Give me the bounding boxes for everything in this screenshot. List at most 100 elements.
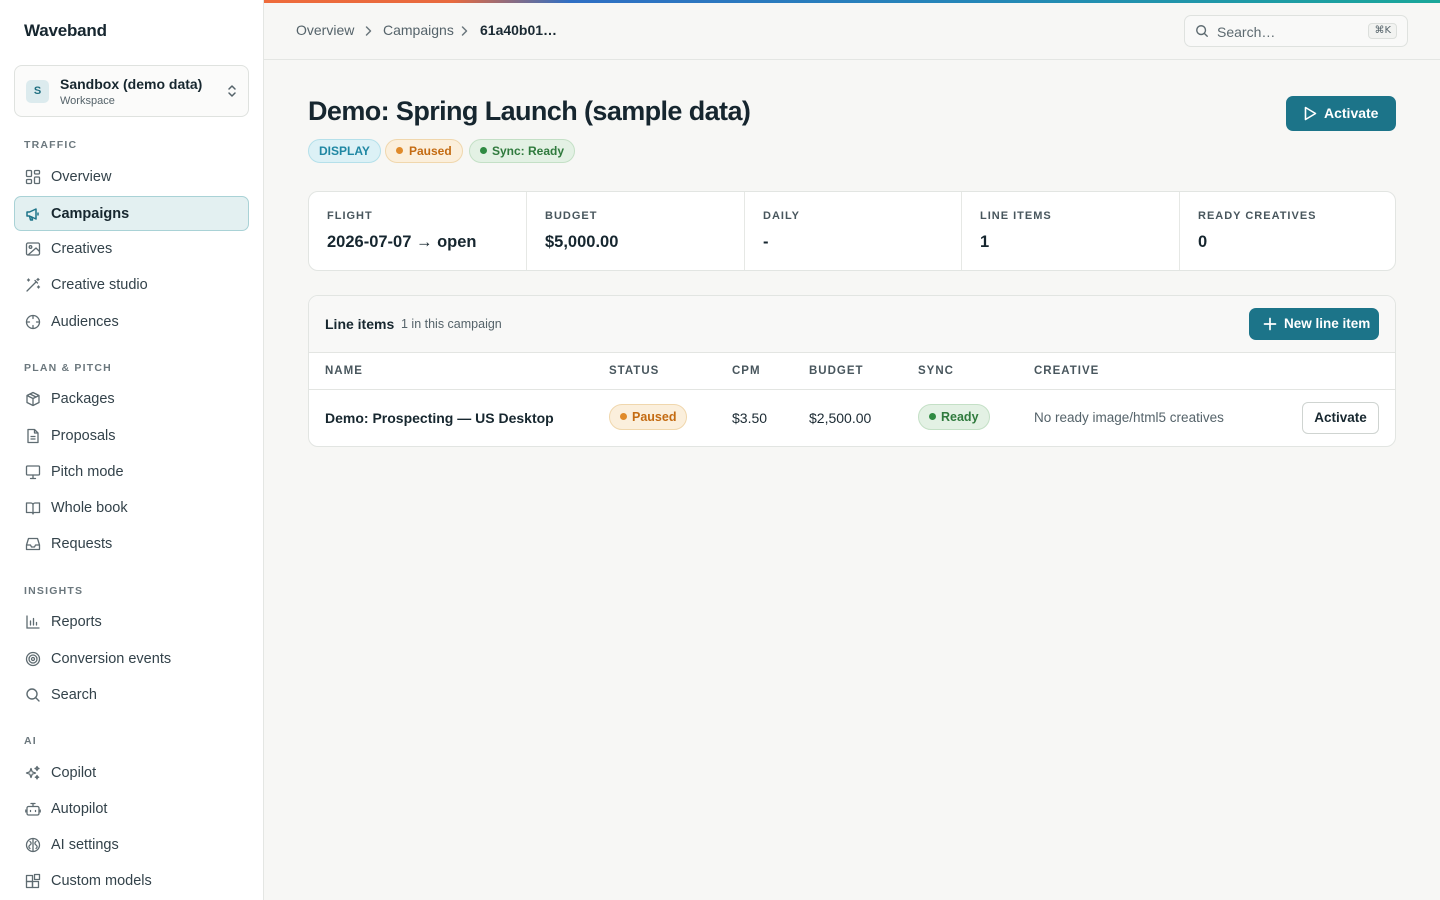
column-header-budget: BUDGET	[809, 365, 864, 377]
activate-label: Activate	[1324, 105, 1379, 121]
sidebar-item-label: Pitch mode	[51, 464, 124, 480]
stat-label: DAILY	[763, 210, 800, 222]
table-header: NAME STATUS CPM BUDGET SYNC CREATIVE	[309, 353, 1395, 390]
line-items-count: 1 in this campaign	[401, 317, 502, 331]
line-item-sync-badge: Ready	[918, 404, 990, 430]
stat-ready-creatives: READY CREATIVES 0	[1180, 192, 1395, 270]
new-line-item-button[interactable]: New line item	[1249, 308, 1379, 340]
sidebar-item-proposals[interactable]: Proposals	[14, 418, 249, 453]
play-icon	[1304, 106, 1317, 121]
stat-label: LINE ITEMS	[980, 210, 1052, 222]
topbar: Overview Campaigns 61a40b01… Search… ⌘K	[264, 3, 1440, 60]
sidebar-item-label: Proposals	[51, 428, 116, 444]
inbox-icon	[25, 537, 41, 551]
sidebar-item-whole-book[interactable]: Whole book	[14, 490, 249, 525]
sidebar-item-copilot[interactable]: Copilot	[14, 755, 249, 790]
workspace-switcher[interactable]: S Sandbox (demo data) Workspace	[14, 65, 249, 117]
workspace-subtitle: Workspace	[60, 95, 115, 107]
nav-section-insights: INSIGHTS	[24, 585, 84, 597]
target-icon	[25, 314, 41, 330]
blocks-icon	[25, 873, 41, 889]
sidebar-item-label: Copilot	[51, 765, 97, 781]
sidebar-item-conversion-events[interactable]: Conversion events	[14, 641, 249, 676]
stat-label: FLIGHT	[327, 210, 373, 222]
sidebar-item-label: Creatives	[51, 241, 113, 257]
sidebar-item-pitch-mode[interactable]: Pitch mode	[14, 454, 249, 489]
sidebar-item-requests[interactable]: Requests	[14, 526, 249, 561]
activate-campaign-button[interactable]: Activate	[1286, 96, 1396, 131]
breadcrumb-current: 61a40b01…	[480, 22, 558, 38]
sidebar-item-overview[interactable]: Overview	[14, 159, 249, 194]
table-row: Demo: Prospecting — US Desktop Paused $3…	[309, 390, 1395, 446]
brain-icon	[25, 837, 41, 853]
sidebar-item-custom-models[interactable]: Custom models	[14, 863, 249, 898]
line-item-budget: $2,500.00	[809, 410, 872, 426]
stat-value: -	[763, 233, 769, 251]
stat-line-items: LINE ITEMS 1	[962, 192, 1180, 270]
stat-label: BUDGET	[545, 210, 598, 222]
column-header-creative: CREATIVE	[1034, 365, 1100, 377]
sidebar-item-packages[interactable]: Packages	[14, 381, 249, 416]
brand-logo[interactable]: Waveband	[24, 21, 107, 41]
crosshair-icon	[25, 651, 41, 667]
type-badge: DISPLAY	[308, 139, 381, 163]
sidebar-item-label: Reports	[51, 614, 102, 630]
sidebar-item-campaigns[interactable]: Campaigns	[14, 196, 249, 231]
campaign-stats: FLIGHT 2026-07-07 → open BUDGET $5,000.0…	[308, 191, 1396, 271]
line-item-creative: No ready image/html5 creatives	[1034, 410, 1224, 425]
activate-line-item-button[interactable]: Activate	[1302, 402, 1379, 434]
column-header-cpm: CPM	[732, 365, 761, 377]
package-icon	[26, 391, 40, 407]
status-dot	[620, 413, 627, 420]
line-item-status-badge: Paused	[609, 404, 688, 430]
sparkles-icon	[25, 765, 40, 780]
sync-dot	[480, 147, 487, 154]
sidebar-item-ai-settings[interactable]: AI settings	[14, 827, 249, 862]
presentation-icon	[25, 465, 41, 480]
sidebar-item-label: Campaigns	[51, 206, 130, 222]
sidebar-item-creatives[interactable]: Creatives	[14, 231, 249, 266]
search-shortcut: ⌘K	[1368, 23, 1397, 39]
nav-section-ai: AI	[24, 735, 37, 747]
search-placeholder: Search…	[1217, 24, 1276, 40]
book-icon	[25, 502, 41, 515]
line-item-sync-label: Ready	[941, 410, 979, 424]
line-item-status-label: Paused	[632, 410, 677, 424]
workspace-avatar: S	[26, 80, 49, 103]
status-dot	[396, 147, 403, 154]
line-items-panel: Line items 1 in this campaign New line i…	[308, 295, 1396, 447]
sidebar-item-creative-studio[interactable]: Creative studio	[14, 267, 249, 302]
sidebar-item-audiences[interactable]: Audiences	[14, 304, 249, 339]
image-icon	[25, 242, 41, 256]
page-title: Demo: Spring Launch (sample data)	[308, 96, 751, 126]
sidebar-item-label: Whole book	[51, 500, 128, 516]
search-input[interactable]: Search… ⌘K	[1184, 15, 1408, 47]
chevron-right-icon	[365, 26, 372, 36]
sidebar-item-label: Autopilot	[51, 801, 108, 817]
sidebar-item-reports[interactable]: Reports	[14, 604, 249, 639]
bot-icon	[25, 802, 41, 816]
chevron-right-icon	[461, 26, 468, 36]
search-icon	[1196, 25, 1208, 37]
nav-section-traffic: TRAFFIC	[24, 139, 78, 151]
sidebar-item-autopilot[interactable]: Autopilot	[14, 791, 249, 826]
new-line-item-label: New line item	[1284, 316, 1371, 331]
sidebar-item-label: Creative studio	[51, 277, 148, 293]
sidebar-item-label: Overview	[51, 169, 112, 185]
sidebar-item-search[interactable]: Search	[14, 677, 249, 712]
status-badge-label: Paused	[409, 144, 452, 158]
sidebar: Waveband S Sandbox (demo data) Workspace…	[0, 0, 264, 900]
breadcrumb-campaigns[interactable]: Campaigns	[383, 22, 454, 38]
stat-value: 1	[980, 233, 990, 251]
sidebar-item-label: Conversion events	[51, 651, 172, 667]
chevron-up-down-icon	[228, 85, 236, 97]
stat-value: $5,000.00	[545, 233, 619, 251]
stat-budget: BUDGET $5,000.00	[527, 192, 745, 270]
bar-chart-icon	[26, 615, 40, 629]
line-item-name[interactable]: Demo: Prospecting — US Desktop	[325, 410, 554, 426]
sync-badge: Sync: Ready	[469, 139, 576, 163]
column-header-sync: SYNC	[918, 365, 954, 377]
breadcrumb-overview[interactable]: Overview	[296, 22, 354, 38]
stat-label: READY CREATIVES	[1198, 210, 1317, 222]
line-items-header: Line items 1 in this campaign New line i…	[309, 296, 1395, 353]
